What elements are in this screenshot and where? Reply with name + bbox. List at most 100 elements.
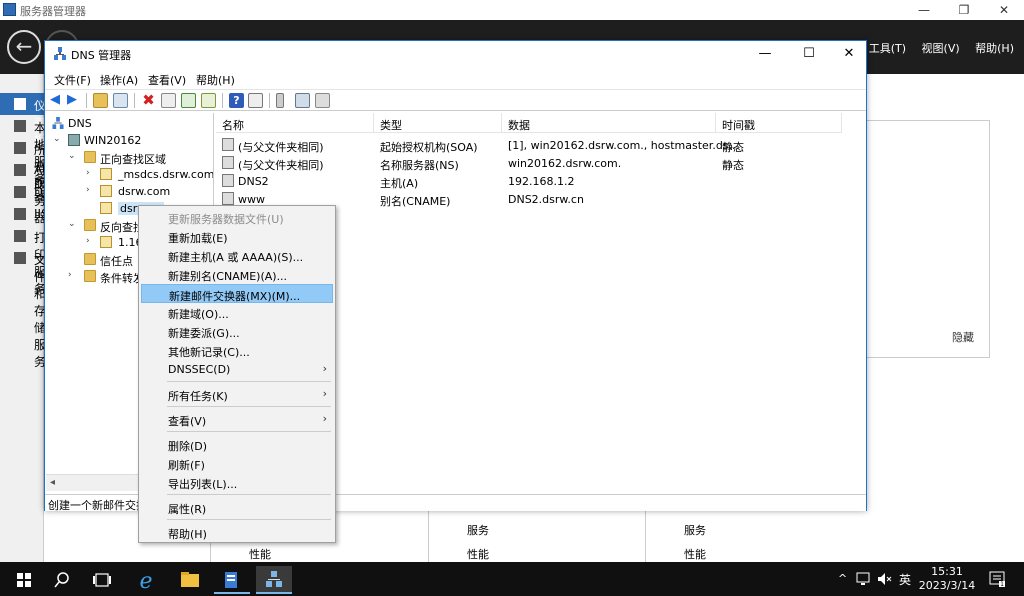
tile-row[interactable]: 性能	[684, 546, 706, 562]
menu-item-help[interactable]: 帮助(H)	[141, 523, 333, 542]
table-row[interactable]: (与父文件夹相同) 名称服务器(NS) win20162.dsrw.com. 静…	[216, 154, 866, 172]
record-icon	[222, 192, 234, 205]
search-icon[interactable]	[44, 566, 80, 594]
record-icon	[222, 174, 234, 187]
sidebar-item-all-servers[interactable]: 所有服务器	[0, 137, 46, 225]
sidebar-item-dns[interactable]: DNS	[0, 181, 60, 203]
dns-menubar: 文件(F) 操作(A) 查看(V) 帮助(H)	[45, 69, 866, 89]
menu-action[interactable]: 操作(A)	[100, 72, 138, 88]
close-button[interactable]: ✕	[984, 0, 1024, 20]
column-header-type[interactable]: 类型	[374, 113, 502, 133]
dns-minimize-button[interactable]: —	[743, 41, 787, 67]
file-explorer-icon[interactable]	[172, 566, 208, 594]
internet-explorer-icon[interactable]: e	[128, 566, 164, 594]
dns-maximize-button[interactable]: ☐	[787, 41, 831, 67]
menu-item-new-mail-exchanger[interactable]: 新建邮件交换器(MX)(M)...	[141, 284, 333, 303]
svg-text:1: 1	[1000, 581, 1004, 588]
list-view-icon[interactable]	[295, 93, 310, 108]
menu-item-export-list[interactable]: 导出列表(L)...	[141, 473, 333, 492]
task-view-icon[interactable]	[84, 566, 120, 594]
sidebar-item-local-server[interactable]: 本地服务器	[0, 115, 46, 203]
sidebar-item-print[interactable]: 打印服务	[0, 225, 46, 296]
collapse-icon[interactable]: ⌄	[53, 134, 61, 144]
sidebar-item-dashboard[interactable]: 仪表板	[0, 93, 46, 147]
maximize-button[interactable]: ❐	[944, 0, 984, 20]
sidebar-item-ad[interactable]: AD DS	[0, 159, 51, 191]
expand-icon[interactable]: ›	[68, 270, 72, 280]
table-row[interactable]: DNS2 主机(A) 192.168.1.2	[216, 172, 866, 190]
menu-help[interactable]: 帮助(H)	[196, 72, 235, 88]
expand-icon[interactable]: ›	[86, 236, 90, 246]
file-storage-icon	[14, 252, 26, 264]
sidebar-item-files[interactable]: 文件和存储服务	[0, 247, 46, 369]
menu-item-new-host[interactable]: 新建主机(A 或 AAAA)(S)...	[141, 246, 333, 265]
tile-row[interactable]: 性能	[467, 546, 489, 562]
menu-item-reload[interactable]: 重新加载(E)	[141, 227, 333, 246]
server-manager-sidebar: 仪表板 本地服务器 所有服务器 AD DS DNS IIS 打印服务 文件和存储…	[0, 74, 60, 562]
menu-item-new-alias[interactable]: 新建别名(CNAME)(A)...	[141, 265, 333, 284]
collapse-icon[interactable]: ⌄	[68, 151, 76, 161]
forward-icon[interactable]: ▶	[67, 93, 82, 108]
tile-row[interactable]: 服务	[467, 522, 489, 538]
action-pane-icon[interactable]	[248, 93, 263, 108]
sidebar-item-iis[interactable]: IIS	[0, 203, 49, 225]
show-console-tree-icon[interactable]	[113, 93, 128, 108]
menu-item-dnssec[interactable]: DNSSEC(D) ›	[141, 360, 333, 379]
delete-icon[interactable]: ✖	[141, 93, 156, 108]
tile-row[interactable]: 服务	[684, 522, 706, 538]
back-icon[interactable]: ◀	[50, 93, 65, 108]
menu-item-all-tasks[interactable]: 所有任务(K) ›	[141, 385, 333, 404]
menu-item-refresh[interactable]: 刷新(F)	[141, 454, 333, 473]
folder-icon	[84, 219, 96, 231]
scroll-left-icon[interactable]: ◂	[50, 477, 55, 488]
menu-item-other-new-records[interactable]: 其他新记录(C)...	[141, 341, 333, 360]
hide-link[interactable]: 隐藏	[952, 329, 974, 345]
menu-tools[interactable]: 工具(T)	[869, 42, 906, 55]
menu-item-update-data-file[interactable]: 更新服务器数据文件(U)	[141, 208, 333, 227]
menu-help[interactable]: 帮助(H)	[975, 42, 1014, 55]
dns-icon	[52, 117, 64, 129]
clock[interactable]: 15:31 2023/3/14	[918, 565, 976, 593]
network-icon[interactable]	[856, 572, 872, 586]
export-list-icon[interactable]	[201, 93, 216, 108]
expand-icon[interactable]: ›	[86, 185, 90, 195]
clock-time: 15:31	[931, 565, 963, 578]
filter-icon[interactable]	[315, 93, 330, 108]
tile-row[interactable]: 性能	[249, 546, 271, 562]
server-manager-titlebar: 服务器管理器 — ❐ ✕	[0, 0, 1024, 20]
column-header-data[interactable]: 数据	[502, 113, 716, 133]
collapse-icon[interactable]: ⌄	[68, 219, 76, 229]
table-row[interactable]: (与父文件夹相同) 起始授权机构(SOA) [1], win20162.dsrw…	[216, 136, 866, 154]
server-icon[interactable]	[276, 93, 284, 108]
back-arrow-icon[interactable]: ←	[7, 30, 41, 64]
help-icon[interactable]: ?	[229, 93, 244, 108]
expand-icon[interactable]: ›	[86, 168, 90, 178]
volume-muted-icon[interactable]	[877, 572, 893, 586]
dns-manager-taskbar-icon[interactable]	[256, 566, 292, 594]
record-icon	[222, 138, 234, 151]
show-hidden-icons-icon[interactable]: ^	[838, 572, 847, 585]
menu-item-delete[interactable]: 删除(D)	[141, 435, 333, 454]
menu-item-new-domain[interactable]: 新建域(O)...	[141, 303, 333, 322]
directory-icon	[14, 164, 26, 176]
printer-icon	[14, 230, 26, 242]
input-method-indicator[interactable]: 英	[899, 571, 911, 588]
properties-icon[interactable]	[161, 93, 176, 108]
column-header-timestamp[interactable]: 时间戳	[716, 113, 842, 133]
menu-view[interactable]: 视图(V)	[922, 42, 960, 55]
refresh-icon[interactable]	[181, 93, 196, 108]
tile-col2: 服务 性能	[428, 508, 628, 562]
menu-view[interactable]: 查看(V)	[148, 72, 186, 88]
windows-start-icon[interactable]	[6, 566, 42, 594]
column-header-name[interactable]: 名称	[216, 113, 374, 133]
server-manager-taskbar-icon[interactable]	[214, 566, 250, 594]
dns-app-icon	[54, 47, 66, 60]
menu-item-view[interactable]: 查看(V) ›	[141, 410, 333, 429]
up-folder-icon[interactable]	[93, 93, 108, 108]
menu-item-properties[interactable]: 属性(R)	[141, 498, 333, 517]
action-center-icon[interactable]: 1	[988, 570, 1006, 588]
dns-close-button[interactable]: ✕	[827, 41, 871, 67]
menu-item-new-delegation[interactable]: 新建委派(G)...	[141, 322, 333, 341]
minimize-button[interactable]: —	[904, 0, 944, 20]
menu-file[interactable]: 文件(F)	[54, 72, 91, 88]
